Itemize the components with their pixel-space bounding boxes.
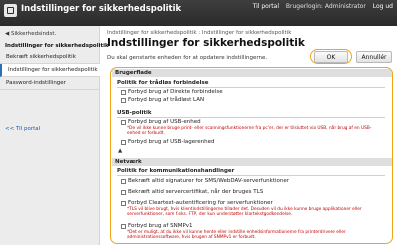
option-cleartext-auth[interactable]: Forbyd Cleartext-autentificering for ser… — [121, 200, 273, 206]
divider — [117, 175, 385, 176]
sidebar: ◀ Sikkerhedsindst. Indstillinger for sik… — [0, 26, 109, 245]
cleartext-auth-warning: *TLS vil blive brugt, hvis klientindstil… — [127, 207, 362, 217]
option-label: Forbyd Cleartext-autentificering for ser… — [128, 200, 273, 206]
option-direct-connection[interactable]: Forbyd brug af Direkte forbindelse — [121, 89, 223, 95]
checkbox[interactable] — [121, 178, 126, 184]
group-title-communication: Politik for kommunikationshandlinger — [117, 168, 235, 174]
breadcrumb: Indstillinger for sikkerhedspolitik : In… — [107, 30, 292, 36]
portal-link[interactable]: Til portal — [253, 3, 279, 10]
option-snmpv1[interactable]: Forbyd brug af SNMPv1 — [121, 223, 193, 229]
option-usb-storage[interactable]: Forbyd brug af USB-lagerenhed — [121, 139, 215, 145]
cancel-button[interactable]: Annullér — [356, 51, 392, 63]
checkbox[interactable] — [121, 139, 126, 145]
option-wireless-lan[interactable]: Forbyd brug af trådløst LAN — [121, 97, 204, 103]
option-label: Forbyd brug af trådløst LAN — [128, 97, 205, 103]
settings-panel: Brugerflade Politik for trådløs forbinde… — [110, 67, 393, 244]
group-title-usb: USB-politik — [117, 110, 152, 116]
option-label: Forbyd brug af USB-enhed — [128, 119, 201, 125]
collapse-arrow-icon[interactable]: ▲ — [118, 148, 122, 154]
sidebar-heading: Indstillinger for sikkerhedspolitik — [5, 43, 109, 49]
checkbox[interactable] — [121, 119, 126, 125]
option-label: Forbyd brug af SNMPv1 — [128, 223, 193, 229]
logout-link[interactable]: Log ud — [373, 3, 393, 10]
option-label: Bekræft altid signaturer for SMS/WebDAV-… — [128, 178, 290, 184]
sidebar-item-policy-settings[interactable]: Indstillinger for sikkerhedspolitik — [0, 64, 100, 77]
app-title: Indstillinger for sikkerhedspolitik — [21, 4, 182, 14]
checkbox[interactable] — [121, 189, 126, 195]
usb-device-warning: *De vil ikke kunne bruge print- eller sc… — [127, 126, 372, 136]
top-bar: Indstillinger for sikkerhedspolitik Til … — [0, 0, 397, 26]
checkbox[interactable] — [121, 89, 126, 95]
divider — [117, 87, 385, 88]
option-sms-webdav-signature[interactable]: Bekræft altid signaturer for SMS/WebDAV-… — [121, 178, 289, 184]
snmpv1-warning: *Det er muligt, at du ikke vil kunne hen… — [127, 230, 346, 240]
group-title-wireless: Politik for trådløs forbindelse — [117, 80, 209, 86]
section-header-user-interface: Brugerflade — [112, 69, 392, 77]
option-tls-certificate[interactable]: Bekræft altid servercertifikat, når der … — [121, 189, 263, 195]
section-header-network: Netværk — [112, 158, 392, 166]
sidebar-back-link[interactable]: ◀ Sikkerhedsindst. — [5, 31, 56, 37]
option-label: Bekræft altid servercertifikat, når der … — [128, 189, 264, 195]
option-label: Forbyd brug af USB-lagerenhed — [128, 139, 215, 145]
sidebar-item-password-settings[interactable]: Password-indstillinger — [0, 77, 100, 90]
page-title: Indstillinger for sikkerhedspolitik — [107, 37, 305, 49]
sidebar-item-confirm-policy[interactable]: Bekræft sikkerhedspolitik — [0, 51, 100, 64]
checkbox[interactable] — [121, 97, 126, 103]
top-links: Til portal Brugerlogin: Administrator Log… — [248, 3, 393, 10]
app-logo-icon — [4, 4, 17, 17]
login-user-label: Brugerlogin: — [285, 3, 323, 10]
sidebar-portal-link[interactable]: << Til portal — [5, 126, 40, 132]
option-label: Forbyd brug af Direkte forbindelse — [128, 89, 223, 95]
restart-note: Du skal genstarte enheden for at opdater… — [107, 55, 268, 61]
login-user-name: Administrator — [324, 3, 366, 10]
ok-button[interactable]: OK — [314, 51, 348, 63]
checkbox[interactable] — [121, 223, 126, 229]
option-usb-device[interactable]: Forbyd brug af USB-enhed — [121, 119, 201, 125]
checkbox[interactable] — [121, 200, 126, 206]
divider — [117, 117, 385, 118]
